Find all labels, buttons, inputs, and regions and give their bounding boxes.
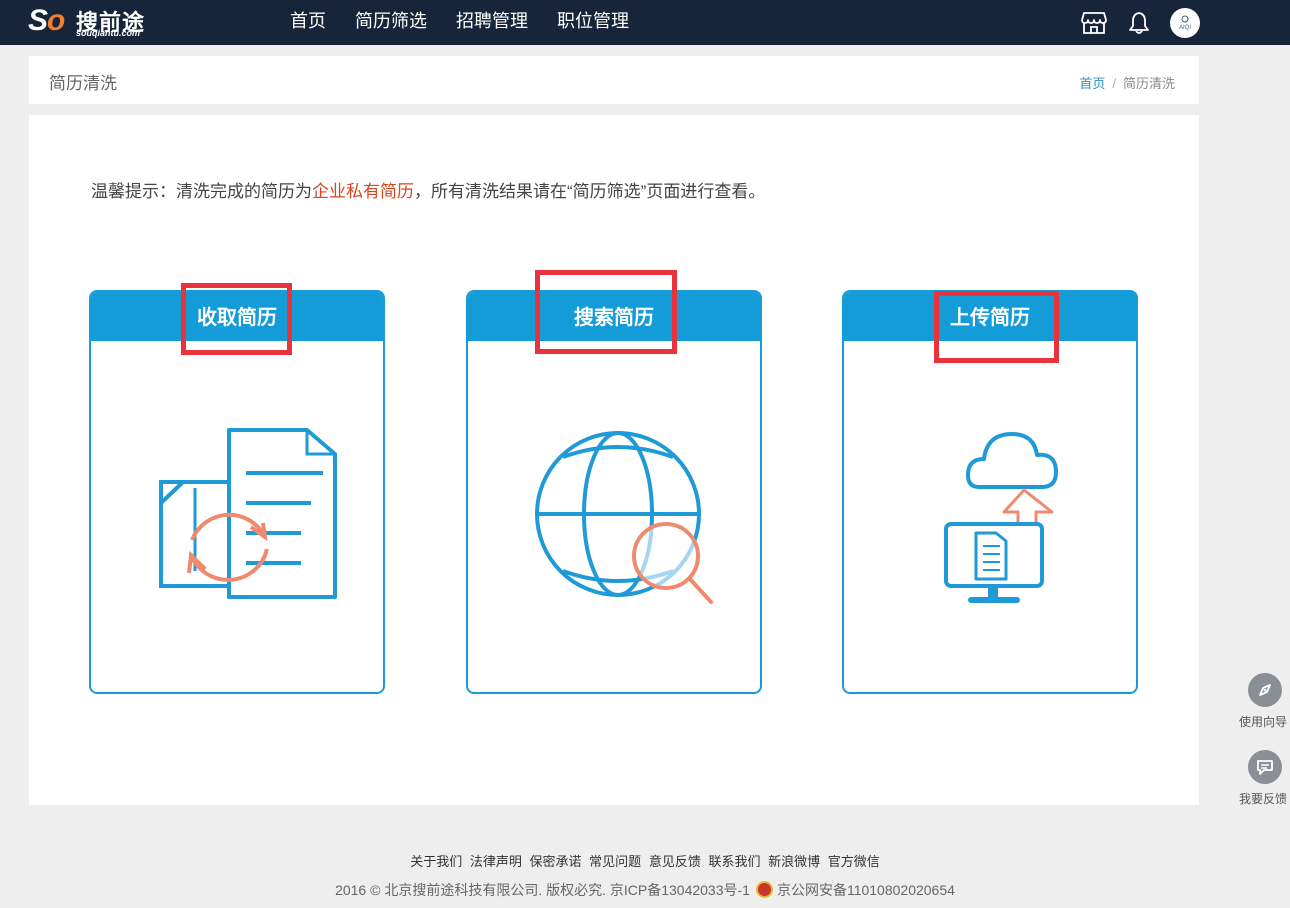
compass-icon xyxy=(1248,673,1282,707)
footer-link-feedback[interactable]: 意见反馈 xyxy=(649,854,701,869)
nav-item-resume-filter[interactable]: 简历筛选 xyxy=(355,0,427,45)
copyright-text: 2016 © 北京搜前途科技有限公司. 版权必究. 京ICP备13042033号… xyxy=(335,882,750,898)
documents-sync-icon xyxy=(91,341,383,692)
footer-links: 关于我们 法律声明 保密承诺 常见问题 意见反馈 联系我们 新浪微博 官方微信 xyxy=(0,851,1290,870)
header-icons: AIQI xyxy=(1063,0,1200,45)
logo-mark: So xyxy=(28,4,65,37)
footer-link-faq[interactable]: 常见问题 xyxy=(589,854,641,869)
tip-prefix: 温馨提示：清洗完成的简历为 xyxy=(91,182,312,201)
top-navbar: So 搜前途 souqiantu.com 首页 简历筛选 招聘管理 职位管理 A… xyxy=(0,0,1290,45)
highlight-box-search xyxy=(535,270,677,354)
footer-copyright: 2016 © 北京搜前途科技有限公司. 版权必究. 京ICP备13042033号… xyxy=(0,880,1290,900)
chat-icon xyxy=(1248,750,1282,784)
main-panel: 温馨提示：清洗完成的简历为企业私有简历，所有清洗结果请在“简历筛选”页面进行查看… xyxy=(29,115,1199,805)
side-feedback[interactable]: 我要反馈 xyxy=(1237,750,1290,807)
footer-link-weibo[interactable]: 新浪微博 xyxy=(768,854,820,869)
breadcrumb: 首页 / 简历清洗 xyxy=(1079,73,1175,92)
side-guide[interactable]: 使用向导 xyxy=(1237,673,1290,730)
page-title: 简历清洗 xyxy=(49,74,117,93)
store-icon[interactable] xyxy=(1080,9,1108,37)
breadcrumb-separator: / xyxy=(1112,76,1116,91)
police-record-text[interactable]: 京公网安备11010802020654 xyxy=(777,882,955,898)
logo-name-en: souqiantu.com xyxy=(76,28,141,38)
side-guide-label: 使用向导 xyxy=(1239,715,1288,729)
breadcrumb-current: 简历清洗 xyxy=(1122,76,1175,91)
side-feedback-label: 我要反馈 xyxy=(1239,792,1288,806)
main-nav: 首页 简历筛选 招聘管理 职位管理 xyxy=(290,0,658,45)
footer-link-legal[interactable]: 法律声明 xyxy=(470,854,522,869)
bell-icon[interactable] xyxy=(1125,9,1153,37)
nav-item-home[interactable]: 首页 xyxy=(290,0,326,45)
highlight-box-collect xyxy=(181,283,292,355)
avatar-text: AIQI xyxy=(1179,25,1191,31)
nav-item-position-manage[interactable]: 职位管理 xyxy=(557,0,629,45)
footer-link-privacy[interactable]: 保密承诺 xyxy=(530,854,582,869)
tip-suffix: ，所有清洗结果请在“简历筛选”页面进行查看。 xyxy=(414,182,766,201)
cloud-upload-icon xyxy=(844,341,1136,692)
globe-search-icon xyxy=(468,341,760,692)
footer-link-about[interactable]: 关于我们 xyxy=(410,854,462,869)
nav-item-recruit-manage[interactable]: 招聘管理 xyxy=(456,0,528,45)
highlight-box-upload xyxy=(934,291,1059,363)
footer-link-wechat[interactable]: 官方微信 xyxy=(828,854,880,869)
avatar[interactable]: AIQI xyxy=(1170,7,1200,38)
brand-logo[interactable]: So 搜前途 souqiantu.com xyxy=(28,4,158,40)
breadcrumb-home[interactable]: 首页 xyxy=(1079,76,1105,91)
police-badge-icon xyxy=(755,881,773,898)
page-title-bar: 简历清洗 首页 / 简历清洗 xyxy=(29,56,1199,104)
footer-link-contact[interactable]: 联系我们 xyxy=(708,854,760,869)
tip-highlight: 企业私有简历 xyxy=(312,182,414,201)
tip-text: 温馨提示：清洗完成的简历为企业私有简历，所有清洗结果请在“简历筛选”页面进行查看… xyxy=(91,177,765,202)
